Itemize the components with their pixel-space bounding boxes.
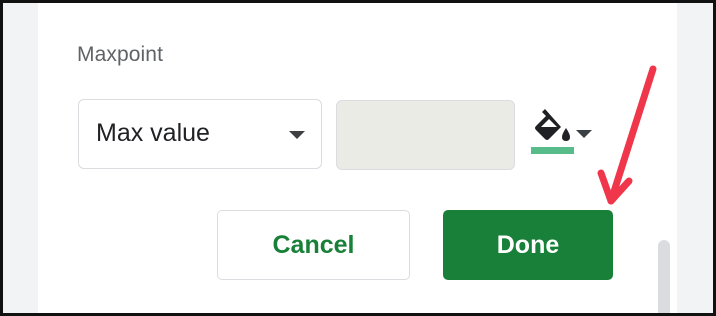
left-gutter [3, 3, 38, 313]
maxpoint-value-input[interactable] [336, 100, 515, 170]
maxpoint-type-value: Max value [96, 119, 210, 147]
vertical-scrollbar[interactable] [658, 240, 670, 313]
chevron-down-icon [289, 131, 305, 139]
right-gutter [677, 3, 713, 313]
maxpoint-type-select[interactable]: Max value [78, 99, 322, 169]
annotation-arrow-icon [597, 65, 657, 205]
paint-bucket-icon [535, 109, 570, 141]
maxpoint-label: Maxpoint [77, 43, 164, 66]
done-button[interactable]: Done [443, 210, 613, 280]
conditional-format-panel: Maxpoint Max value Cancel Done [0, 0, 716, 316]
cancel-button[interactable]: Cancel [217, 210, 410, 280]
fill-color-swatch [531, 147, 574, 154]
